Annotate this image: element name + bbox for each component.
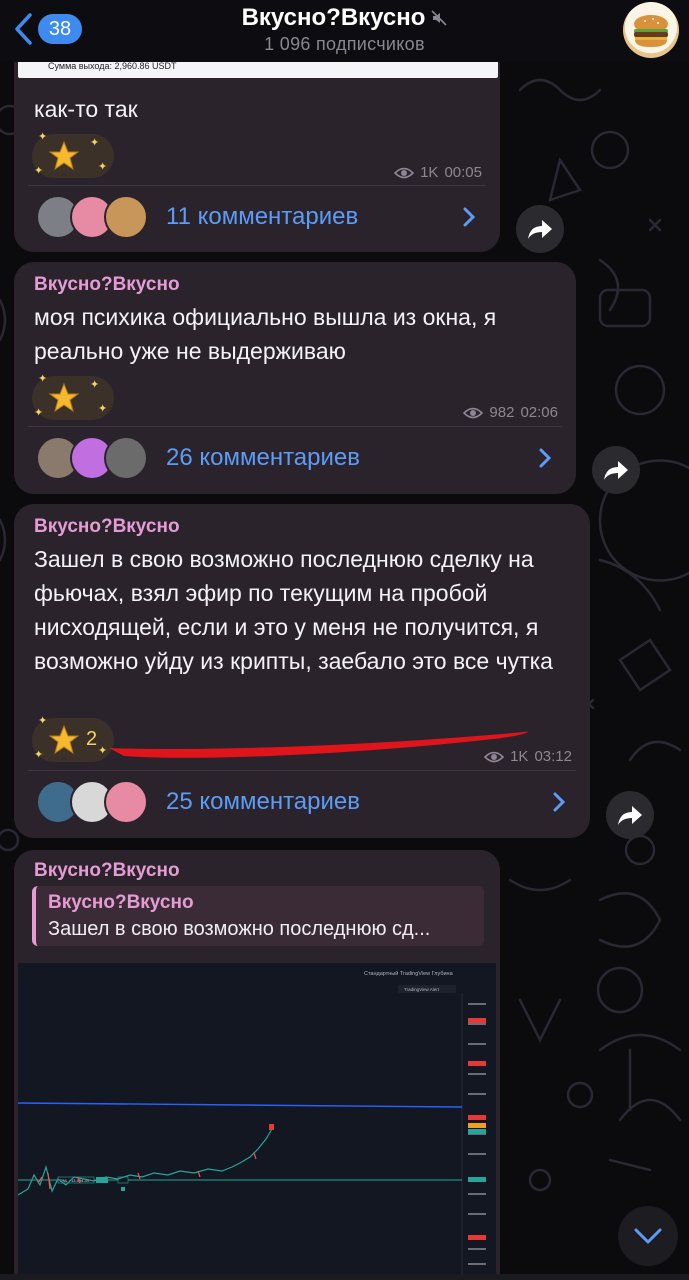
bottom-edge: [0, 1274, 689, 1280]
message-time: 03:12: [534, 748, 572, 765]
message-meta: 1K 00:05: [394, 164, 482, 181]
channel-title-area[interactable]: Вкусно?Вкусно 1 096 подписчиков: [0, 4, 689, 55]
share-arrow-icon: [604, 461, 628, 480]
commenter-avatar: [104, 195, 148, 239]
commenter-avatar: [104, 436, 148, 480]
message-bubble[interactable]: Вкусно?Вкусно Вкусно?Вкусно Зашел в свою…: [14, 850, 500, 1280]
burger-icon: [634, 15, 668, 47]
share-button[interactable]: [516, 205, 564, 253]
muted-speaker-icon: [431, 10, 447, 26]
chevron-down-icon: [634, 1228, 662, 1244]
channel-avatar[interactable]: [623, 2, 679, 58]
message-time: 02:06: [520, 404, 558, 421]
comments-button[interactable]: 26 комментариев: [14, 428, 576, 488]
chevron-right-icon: [553, 792, 566, 812]
chat-header: 38 Вкусно?Вкусно 1 096 подписчиков: [0, 0, 689, 62]
sender-name: Вкусно?Вкусно: [34, 860, 180, 881]
message-meta: 1K 03:12: [484, 748, 572, 765]
commenter-avatar: [104, 780, 148, 824]
reply-quote[interactable]: Вкусно?Вкусно Зашел в свою возможно посл…: [32, 886, 484, 946]
message-text: моя психика официально вышла из окна, я …: [34, 304, 497, 364]
view-count: 1K: [420, 164, 439, 181]
reaction-star[interactable]: ✦ ✦ ✦ ✦: [32, 131, 114, 178]
channel-title: Вкусно?Вкусно: [241, 4, 426, 31]
eye-icon: [463, 407, 484, 418]
eye-icon: [394, 167, 415, 178]
reply-text: Зашел в свою возможно последнюю сд...: [48, 918, 431, 940]
reaction-star[interactable]: ✦ ✦ ✦ ✦: [32, 373, 114, 420]
message-text: как-то так: [34, 96, 138, 122]
price-chart-screenshot: Стандартный TradingView Глубина TradingV…: [17, 970, 486, 1280]
message-meta: 982 02:06: [463, 404, 558, 421]
chart-alert-label: TradingView Alert: [404, 987, 440, 992]
chevron-right-icon: [463, 207, 476, 227]
trading-chart-image[interactable]: Стандартный TradingView Глубина TradingV…: [17, 963, 496, 1280]
star-icon: [48, 140, 80, 171]
message-bubble[interactable]: Вкусно?Вкусно Зашел в свою возможно посл…: [14, 504, 590, 838]
eye-icon: [484, 751, 505, 762]
reply-sender: Вкусно?Вкусно: [48, 892, 194, 913]
view-count: 982: [489, 404, 515, 421]
share-arrow-icon: [618, 806, 642, 825]
message-bubble[interactable]: Сумма выхода: 2,960.86 USDT как-то так ✦…: [14, 52, 500, 252]
message-bubble[interactable]: Вкусно?Вкусно моя психика официально выш…: [14, 262, 576, 494]
scroll-down-button[interactable]: [618, 1206, 678, 1266]
share-arrow-icon: [528, 220, 552, 239]
comments-button[interactable]: 25 комментариев: [14, 772, 590, 832]
screenshot-text: Сумма выхода: 2,960.86 USDT: [48, 61, 177, 71]
chevron-right-icon: [539, 448, 552, 468]
comments-label: 26 комментариев: [166, 444, 361, 471]
comments-label: 25 комментариев: [166, 788, 361, 815]
comments-button[interactable]: 11 комментариев: [14, 187, 500, 247]
sender-name: Вкусно?Вкусно: [34, 516, 180, 537]
message-text: Зашел в свою возможно последнюю сделку н…: [34, 546, 553, 674]
star-icon: [48, 382, 80, 413]
sender-name: Вкусно?Вкусно: [34, 274, 180, 295]
comments-label: 11 комментариев: [166, 203, 359, 230]
subscriber-count: 1 096 подписчиков: [264, 34, 425, 54]
red-marker-scribble: [109, 731, 528, 758]
share-button[interactable]: [592, 446, 640, 494]
share-button[interactable]: [606, 791, 654, 839]
chart-toolbar-text: Стандартный TradingView Глубина: [364, 970, 454, 977]
message-time: 00:05: [444, 164, 482, 181]
view-count: 1K: [510, 748, 529, 765]
